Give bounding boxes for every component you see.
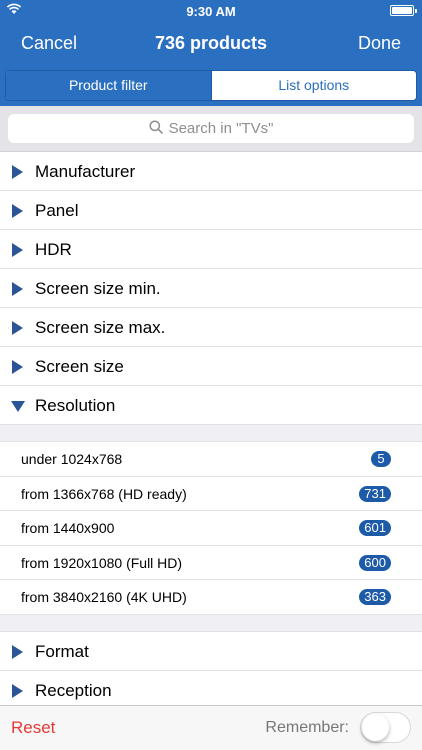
- done-button[interactable]: Done: [358, 33, 401, 54]
- triangle-right-icon: [12, 644, 23, 659]
- filter-label: HDR: [35, 240, 72, 259]
- filter-row-screen-size[interactable]: Screen size: [0, 347, 422, 386]
- triangle-right-icon: [12, 204, 23, 218]
- remember-label: Remember:: [265, 719, 349, 736]
- filter-row-screen-size-max[interactable]: Screen size max.: [0, 308, 422, 347]
- search-input[interactable]: Search in "TVs": [8, 114, 414, 143]
- battery-icon: [390, 5, 417, 16]
- section-spacer: [0, 614, 422, 632]
- triangle-right-icon: [12, 360, 23, 374]
- filter-row-screen-size-min[interactable]: Screen size min.: [0, 269, 422, 308]
- search-placeholder: Search in "TVs": [168, 120, 274, 137]
- toggle-knob: [362, 714, 389, 741]
- bottom-toolbar: Reset Remember:: [0, 705, 422, 750]
- option-label: from 1440x900: [21, 520, 115, 537]
- status-time: 9:30 AM: [186, 4, 236, 19]
- segmented-control: Product filter List options: [5, 70, 417, 101]
- filter-label: Reception: [35, 680, 112, 700]
- status-bar: 9:30 AM: [0, 0, 422, 22]
- reset-button[interactable]: Reset: [11, 718, 55, 738]
- filter-label: Format: [35, 641, 89, 661]
- triangle-right-icon: [12, 243, 23, 257]
- search-area: Search in "TVs": [0, 106, 422, 152]
- filter-label: Manufacturer: [35, 162, 136, 181]
- option-label: from 1920x1080 (Full HD): [21, 554, 183, 571]
- filter-label: Screen size min.: [35, 279, 161, 298]
- triangle-right-icon: [12, 165, 23, 179]
- resolution-option[interactable]: from 1920x1080 (Full HD) 600: [0, 545, 422, 581]
- count-badge: 5: [371, 451, 391, 467]
- resolution-option[interactable]: under 1024x768 5: [0, 442, 422, 477]
- tab-product-filter[interactable]: Product filter: [6, 71, 211, 100]
- option-label: under 1024x768: [21, 451, 123, 467]
- filter-list: Manufacturer Panel HDR Screen size min. …: [0, 152, 422, 710]
- count-badge: 731: [359, 485, 391, 502]
- segment-bar: Product filter List options: [0, 66, 422, 106]
- triangle-down-icon: [11, 401, 25, 412]
- filter-label: Panel: [35, 201, 79, 220]
- filter-label: Resolution: [35, 396, 116, 415]
- option-label: from 1366x768 (HD ready): [21, 485, 187, 502]
- resolution-option[interactable]: from 3840x2160 (4K UHD) 363: [0, 580, 422, 615]
- filter-row-resolution[interactable]: Resolution: [0, 386, 422, 425]
- filter-row-manufacturer[interactable]: Manufacturer: [0, 152, 422, 191]
- count-badge: 600: [359, 554, 391, 571]
- triangle-right-icon: [12, 282, 23, 296]
- search-icon: [149, 119, 163, 138]
- navigation-bar: Cancel 736 products Done: [0, 22, 422, 66]
- triangle-right-icon: [12, 683, 23, 698]
- remember-toggle[interactable]: [360, 712, 411, 743]
- tab-list-options[interactable]: List options: [210, 71, 417, 100]
- filter-row-panel[interactable]: Panel: [0, 191, 422, 230]
- filter-label: Screen size: [35, 357, 124, 376]
- filter-row-hdr[interactable]: HDR: [0, 230, 422, 269]
- count-badge: 601: [359, 520, 391, 537]
- triangle-right-icon: [12, 321, 23, 335]
- filter-row-format[interactable]: Format: [0, 631, 422, 671]
- filter-label: Screen size max.: [35, 318, 166, 337]
- resolution-option[interactable]: from 1440x900 601: [0, 511, 422, 546]
- resolution-option[interactable]: from 1366x768 (HD ready) 731: [0, 476, 422, 512]
- section-spacer: [0, 425, 422, 442]
- count-badge: 363: [359, 589, 391, 606]
- option-label: from 3840x2160 (4K UHD): [21, 589, 187, 606]
